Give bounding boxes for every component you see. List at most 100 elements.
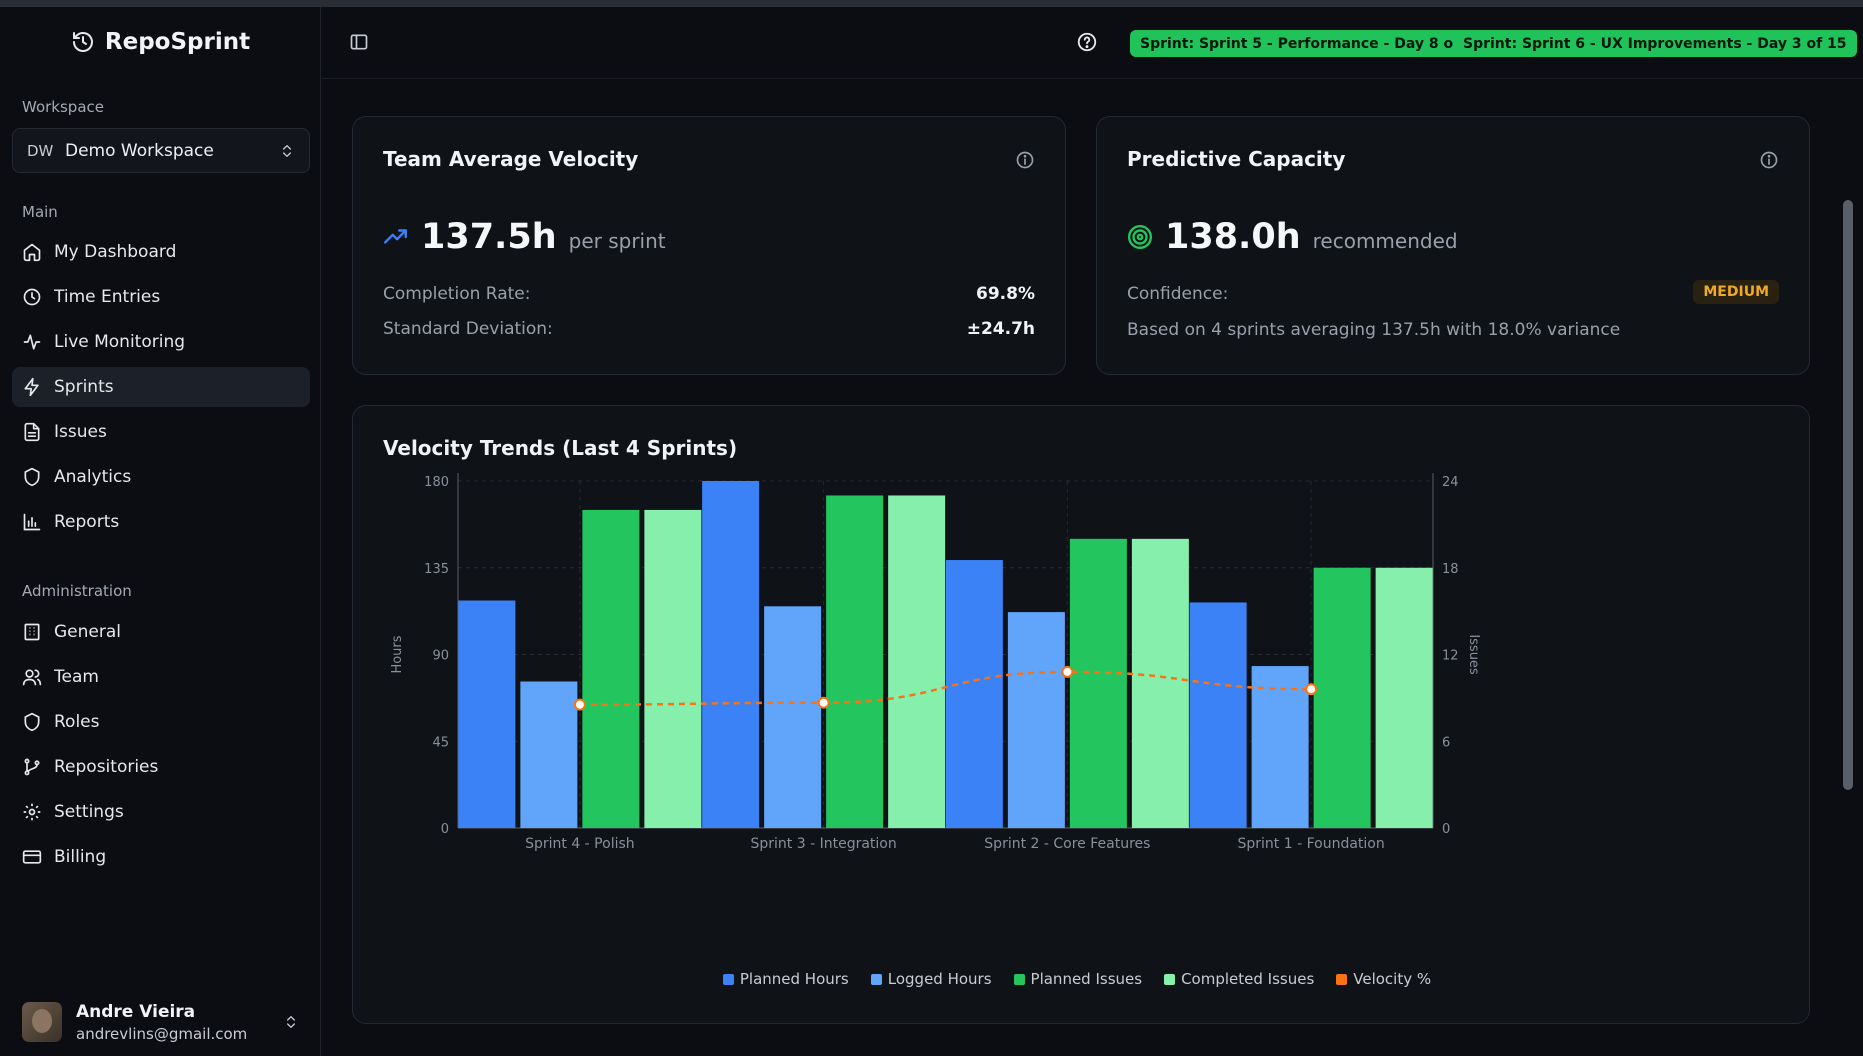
bar-planned-hours — [1189, 602, 1247, 828]
y-tick-label: 180 — [424, 475, 449, 490]
legend-item-logged-hours[interactable]: Logged Hours — [870, 970, 992, 988]
sidebar-item-time-entries[interactable]: Time Entries — [12, 277, 310, 317]
legend-swatch — [1336, 973, 1348, 985]
sidebar-item-general[interactable]: General — [12, 612, 310, 652]
capacity-note: Based on 4 sprints averaging 137.5h with… — [1127, 320, 1621, 340]
legend-item-planned-issues[interactable]: Planned Issues — [1013, 970, 1143, 988]
x-tick-label: Sprint 2 - Core Features — [984, 836, 1150, 852]
bar-planned-issues — [582, 509, 640, 828]
workspace-name: Demo Workspace — [65, 140, 214, 161]
app-name: RepoSprint — [104, 29, 251, 55]
window-top-strip — [0, 0, 1863, 7]
bar-planned-hours — [458, 600, 516, 828]
bar-completed-issues — [1131, 538, 1189, 828]
legend-swatch — [1013, 973, 1025, 985]
administration-section-label: Administration — [22, 582, 132, 600]
sidebar-item-my-dashboard[interactable]: My Dashboard — [12, 232, 310, 272]
workspace-abbr: DW — [27, 141, 54, 160]
sidebar-toggle-icon[interactable] — [349, 32, 369, 52]
y-axis-title: Hours — [390, 635, 405, 673]
card-title: Team Average Velocity — [383, 147, 639, 171]
git-branch-icon — [24, 758, 40, 776]
sidebar-item-live-monitoring[interactable]: Live Monitoring — [12, 322, 310, 362]
sidebar-item-label: Team — [54, 667, 99, 687]
legend-swatch — [870, 973, 882, 985]
sidebar-item-label: Live Monitoring — [54, 332, 186, 352]
user-name: Andre Vieira — [76, 1001, 196, 1022]
completion-rate-value: 69.8% — [976, 284, 1035, 304]
std-dev-label: Standard Deviation: — [383, 319, 553, 339]
info-icon[interactable] — [1759, 150, 1779, 170]
sidebar-item-repositories[interactable]: Repositories — [12, 747, 310, 787]
sidebar-item-analytics[interactable]: Analytics — [12, 457, 310, 497]
legend-label: Completed Issues — [1181, 970, 1315, 988]
predictive-capacity-card: Predictive Capacity 138.0h recommended C… — [1096, 116, 1810, 375]
legend-item-velocity[interactable]: Velocity % — [1336, 970, 1431, 988]
sidebar-item-label: Issues — [54, 422, 107, 442]
sidebar: RepoSprint Workspace DW Demo Workspace M… — [0, 7, 321, 1056]
velocity-trends-card: Velocity Trends (Last 4 Sprints) 0 45 90 13… — [352, 405, 1810, 1024]
building-icon — [24, 623, 40, 641]
velocity-unit: per sprint — [568, 229, 666, 253]
sidebar-item-issues[interactable]: Issues — [12, 412, 310, 452]
velocity-trends-chart: 0 45 90 135 180 0 6 12 18 24 Hours Issues Sprint 4 -… — [390, 473, 1481, 852]
sidebar-item-reports[interactable]: Reports — [12, 502, 310, 542]
x-tick-label: Sprint 4 - Polish — [525, 836, 635, 852]
bar-logged-hours — [764, 606, 822, 828]
y2-tick-label: 24 — [1442, 475, 1459, 490]
bar-planned-issues — [1069, 538, 1127, 828]
y2-tick-label: 0 — [1442, 822, 1450, 837]
bar-logged-hours — [520, 681, 578, 828]
x-tick-label: Sprint 1 - Foundation — [1238, 836, 1385, 852]
workspace-select[interactable]: DW Demo Workspace — [12, 128, 310, 173]
sprint-badge-active[interactable]: Sprint: Sprint 5 - Performance - Day 8 o… — [1130, 30, 1494, 57]
velocity-point — [573, 698, 586, 711]
shield-icon — [24, 467, 40, 487]
help-icon[interactable] — [1076, 31, 1098, 53]
bar-completed-issues — [644, 509, 702, 828]
sidebar-item-label: Analytics — [54, 467, 132, 487]
sidebar-item-label: General — [54, 622, 121, 642]
sprint-badge-upcoming[interactable]: Sprint: Sprint 6 - UX Improvements - Day… — [1453, 30, 1857, 57]
y-tick-label: 90 — [432, 649, 449, 664]
main-section-label: Main — [22, 203, 58, 221]
sidebar-item-team[interactable]: Team — [12, 657, 310, 697]
completion-rate-label: Completion Rate: — [383, 284, 531, 304]
confidence-label: Confidence: — [1127, 284, 1229, 304]
info-icon[interactable] — [1015, 150, 1035, 170]
legend-item-completed-issues[interactable]: Completed Issues — [1164, 970, 1314, 988]
legend-label: Velocity % — [1353, 970, 1432, 988]
bar-completed-issues — [1375, 567, 1433, 828]
y-tick-label: 45 — [432, 735, 449, 750]
x-tick-label: Sprint 3 - Integration — [751, 836, 897, 852]
page-scrollbar[interactable] — [1843, 200, 1853, 790]
sidebar-item-settings[interactable]: Settings — [12, 792, 310, 832]
sidebar-item-label: Billing — [54, 847, 107, 867]
velocity-value: 137.5h — [421, 217, 557, 257]
clock-icon — [23, 288, 41, 306]
std-dev-value: ±24.7h — [966, 319, 1035, 339]
sidebar-item-sprints[interactable]: Sprints — [12, 367, 310, 407]
sidebar-item-label: Repositories — [54, 757, 159, 777]
trending-up-icon — [383, 229, 407, 244]
legend-label: Planned Issues — [1030, 970, 1143, 988]
chevrons-up-down-icon — [287, 1016, 295, 1028]
velocity-point — [1305, 683, 1318, 696]
y2-axis-title: Issues — [1466, 634, 1481, 675]
gear-icon — [23, 803, 41, 821]
sidebar-item-roles[interactable]: Roles — [12, 702, 310, 742]
brand[interactable]: RepoSprint — [0, 7, 321, 77]
y2-tick-label: 12 — [1442, 649, 1459, 664]
bar-planned-issues — [1313, 567, 1371, 828]
velocity-point — [1061, 665, 1074, 678]
sidebar-item-label: Settings — [54, 802, 124, 822]
target-icon — [1127, 224, 1153, 250]
legend-item-planned-hours[interactable]: Planned Hours — [722, 970, 849, 988]
user-menu[interactable]: Andre Vieira andrevlins@gmail.com — [0, 992, 321, 1052]
team-velocity-card: Team Average Velocity 137.5h per sprint … — [352, 116, 1066, 375]
y-tick-label: 0 — [441, 822, 449, 837]
card-title: Predictive Capacity — [1127, 147, 1346, 171]
sidebar-item-label: Reports — [54, 512, 120, 532]
sidebar-item-billing[interactable]: Billing — [12, 837, 310, 877]
bar-completed-issues — [888, 495, 946, 828]
